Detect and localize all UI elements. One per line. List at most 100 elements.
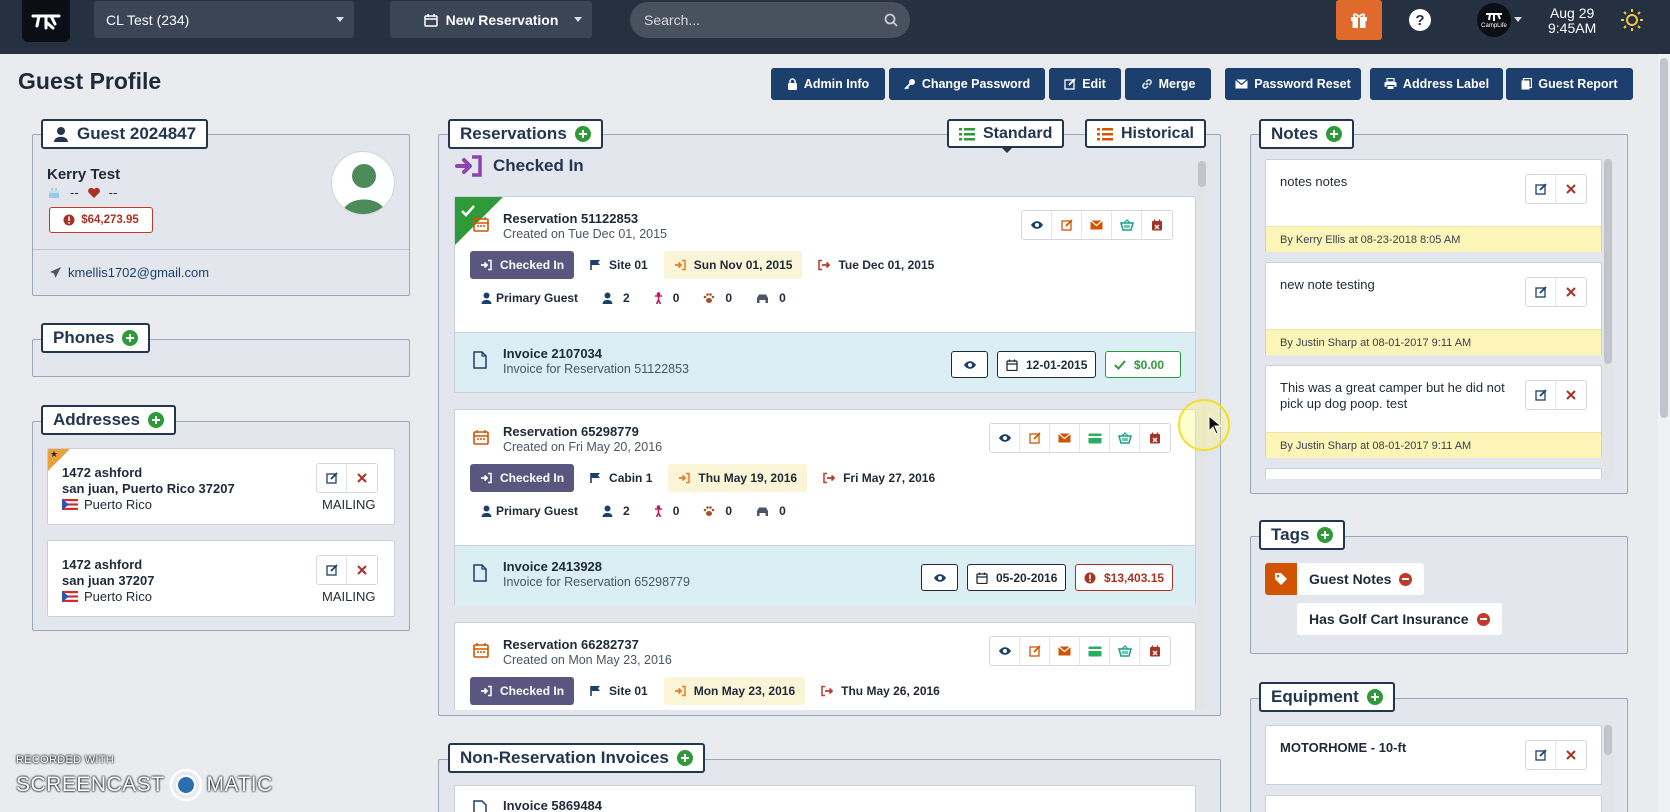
add-address-icon[interactable] <box>147 412 164 428</box>
edit-note-button[interactable] <box>1526 381 1556 409</box>
view-invoice-button[interactable] <box>951 351 988 378</box>
account-menu[interactable]: CampLife <box>1460 0 1528 40</box>
tag-icon <box>1275 573 1287 585</box>
add-phone-icon[interactable] <box>122 330 139 346</box>
edit-note-button[interactable] <box>1526 278 1556 306</box>
delete-address-button[interactable] <box>347 556 377 584</box>
sun-icon[interactable] <box>1620 8 1644 32</box>
edit-note-button[interactable] <box>1526 175 1556 203</box>
standard-view-tab[interactable]: Standard <box>947 119 1065 148</box>
addresses-panel: ★ 1472 ashford san juan, Puerto Rico 372… <box>32 421 410 631</box>
edit-equipment-button[interactable] <box>1526 741 1556 769</box>
edit-reservation-button[interactable] <box>1020 424 1050 452</box>
heart-icon <box>87 187 100 198</box>
edit-address-button[interactable] <box>317 464 347 492</box>
reservation-title[interactable]: Reservation 51122853 <box>503 211 638 226</box>
edit-reservation-button[interactable] <box>1020 637 1050 665</box>
cursor-highlight <box>1178 399 1230 451</box>
delete-equipment-button[interactable] <box>1556 741 1586 769</box>
edit-reservation-button[interactable] <box>1052 211 1082 239</box>
equipment-scrollbar[interactable] <box>1603 725 1613 812</box>
adult-count: 2 <box>602 291 630 305</box>
delete-note-button[interactable] <box>1556 175 1586 203</box>
guest-email[interactable]: kmellis1702@gmail.com <box>49 265 209 280</box>
add-tag-icon[interactable] <box>1317 527 1334 543</box>
basket-icon <box>1117 432 1132 444</box>
file-icon <box>473 564 487 582</box>
edit-address-button[interactable] <box>317 556 347 584</box>
invoice-amount: $13,403.15 <box>1104 570 1165 585</box>
campground-selector[interactable]: CL Test (234) <box>94 1 354 38</box>
cancel-reservation-button[interactable] <box>1142 211 1172 239</box>
status-label: Checked In <box>500 471 565 485</box>
invoice-title[interactable]: Invoice 5869484 <box>503 798 602 812</box>
basket-button[interactable] <box>1110 424 1140 452</box>
email-reservation-button[interactable] <box>1082 211 1112 239</box>
gift-button[interactable] <box>1336 0 1382 40</box>
view-reservation-button[interactable] <box>990 424 1020 452</box>
envelope-icon <box>1058 433 1071 443</box>
invoice-amount-badge: $0.00 <box>1105 351 1181 378</box>
status-label: Checked In <box>500 684 565 698</box>
sign-out-icon <box>821 685 834 697</box>
payment-button[interactable] <box>1080 637 1110 665</box>
departure-date: Thu May 26, 2016 <box>841 684 940 698</box>
payment-button[interactable] <box>1080 424 1110 452</box>
search-input[interactable]: Search... <box>630 2 910 38</box>
cancel-reservation-button[interactable] <box>1140 424 1170 452</box>
change-password-button[interactable]: Change Password <box>889 68 1045 100</box>
invoice-title[interactable]: Invoice 2413928 <box>503 559 602 574</box>
equipment-scrollbar-thumb[interactable] <box>1604 725 1612 755</box>
guest-report-button[interactable]: Guest Report <box>1506 68 1633 100</box>
balance-badge[interactable]: $64,273.95 <box>49 207 153 233</box>
delete-address-button[interactable] <box>347 464 377 492</box>
calendar-remove-icon <box>1150 645 1160 657</box>
help-button[interactable]: ? <box>1398 0 1442 40</box>
delete-note-button[interactable] <box>1556 381 1586 409</box>
edit-icon <box>325 564 338 576</box>
user-icon <box>481 292 492 304</box>
remove-tag-icon[interactable] <box>1476 612 1490 626</box>
notes-scrollbar-thumb[interactable] <box>1604 159 1612 364</box>
tag-guest-notes[interactable]: Guest Notes <box>1265 563 1425 595</box>
admin-info-button[interactable]: Admin Info <box>771 68 885 100</box>
page-scrollbar-thumb[interactable] <box>1660 58 1668 418</box>
notes-tab: Notes <box>1259 119 1355 149</box>
email-reservation-button[interactable] <box>1050 424 1080 452</box>
reservation-title[interactable]: Reservation 65298779 <box>503 424 639 439</box>
new-reservation-dropdown[interactable]: New Reservation <box>390 1 592 38</box>
cancel-reservation-button[interactable] <box>1140 637 1170 665</box>
add-invoice-icon[interactable] <box>676 750 693 766</box>
add-reservation-icon[interactable] <box>574 126 591 142</box>
vehicle-count: 0 <box>756 291 786 305</box>
reservations-scrollbar-thumb[interactable] <box>1198 161 1206 187</box>
basket-button[interactable] <box>1112 211 1142 239</box>
basket-button[interactable] <box>1110 637 1140 665</box>
edit-guest-button[interactable]: Edit <box>1049 68 1121 100</box>
equipment-card: MOTORHOME - 10-ft <box>1265 725 1602 785</box>
file-icon <box>473 800 487 812</box>
invoice-title[interactable]: Invoice 2107034 <box>503 346 602 361</box>
view-reservation-button[interactable] <box>990 637 1020 665</box>
app-logo[interactable] <box>22 0 70 42</box>
reservation-title[interactable]: Reservation 66282737 <box>503 637 639 652</box>
historical-view-tab[interactable]: Historical <box>1085 119 1206 148</box>
email-reservation-button[interactable] <box>1050 637 1080 665</box>
paw-icon <box>704 506 715 516</box>
password-reset-button[interactable]: Password Reset <box>1225 68 1361 100</box>
remove-tag-icon[interactable] <box>1399 572 1413 586</box>
add-equipment-icon[interactable] <box>1366 689 1383 705</box>
lock-icon <box>787 78 797 90</box>
tag-golf-cart-insurance[interactable]: Has Golf Cart Insurance <box>1297 603 1502 635</box>
chevron-down-icon <box>1514 17 1522 22</box>
page-scrollbar[interactable] <box>1658 54 1670 812</box>
view-invoice-button[interactable] <box>921 564 958 591</box>
delete-note-button[interactable] <box>1556 278 1586 306</box>
add-note-icon[interactable] <box>1326 126 1343 142</box>
view-reservation-button[interactable] <box>1022 211 1052 239</box>
calendar-icon <box>473 643 489 658</box>
notes-scrollbar[interactable] <box>1603 159 1613 479</box>
merge-button[interactable]: Merge <box>1125 68 1211 100</box>
address-label-button[interactable]: Address Label <box>1370 68 1503 100</box>
addresses-title: Addresses <box>53 410 140 429</box>
